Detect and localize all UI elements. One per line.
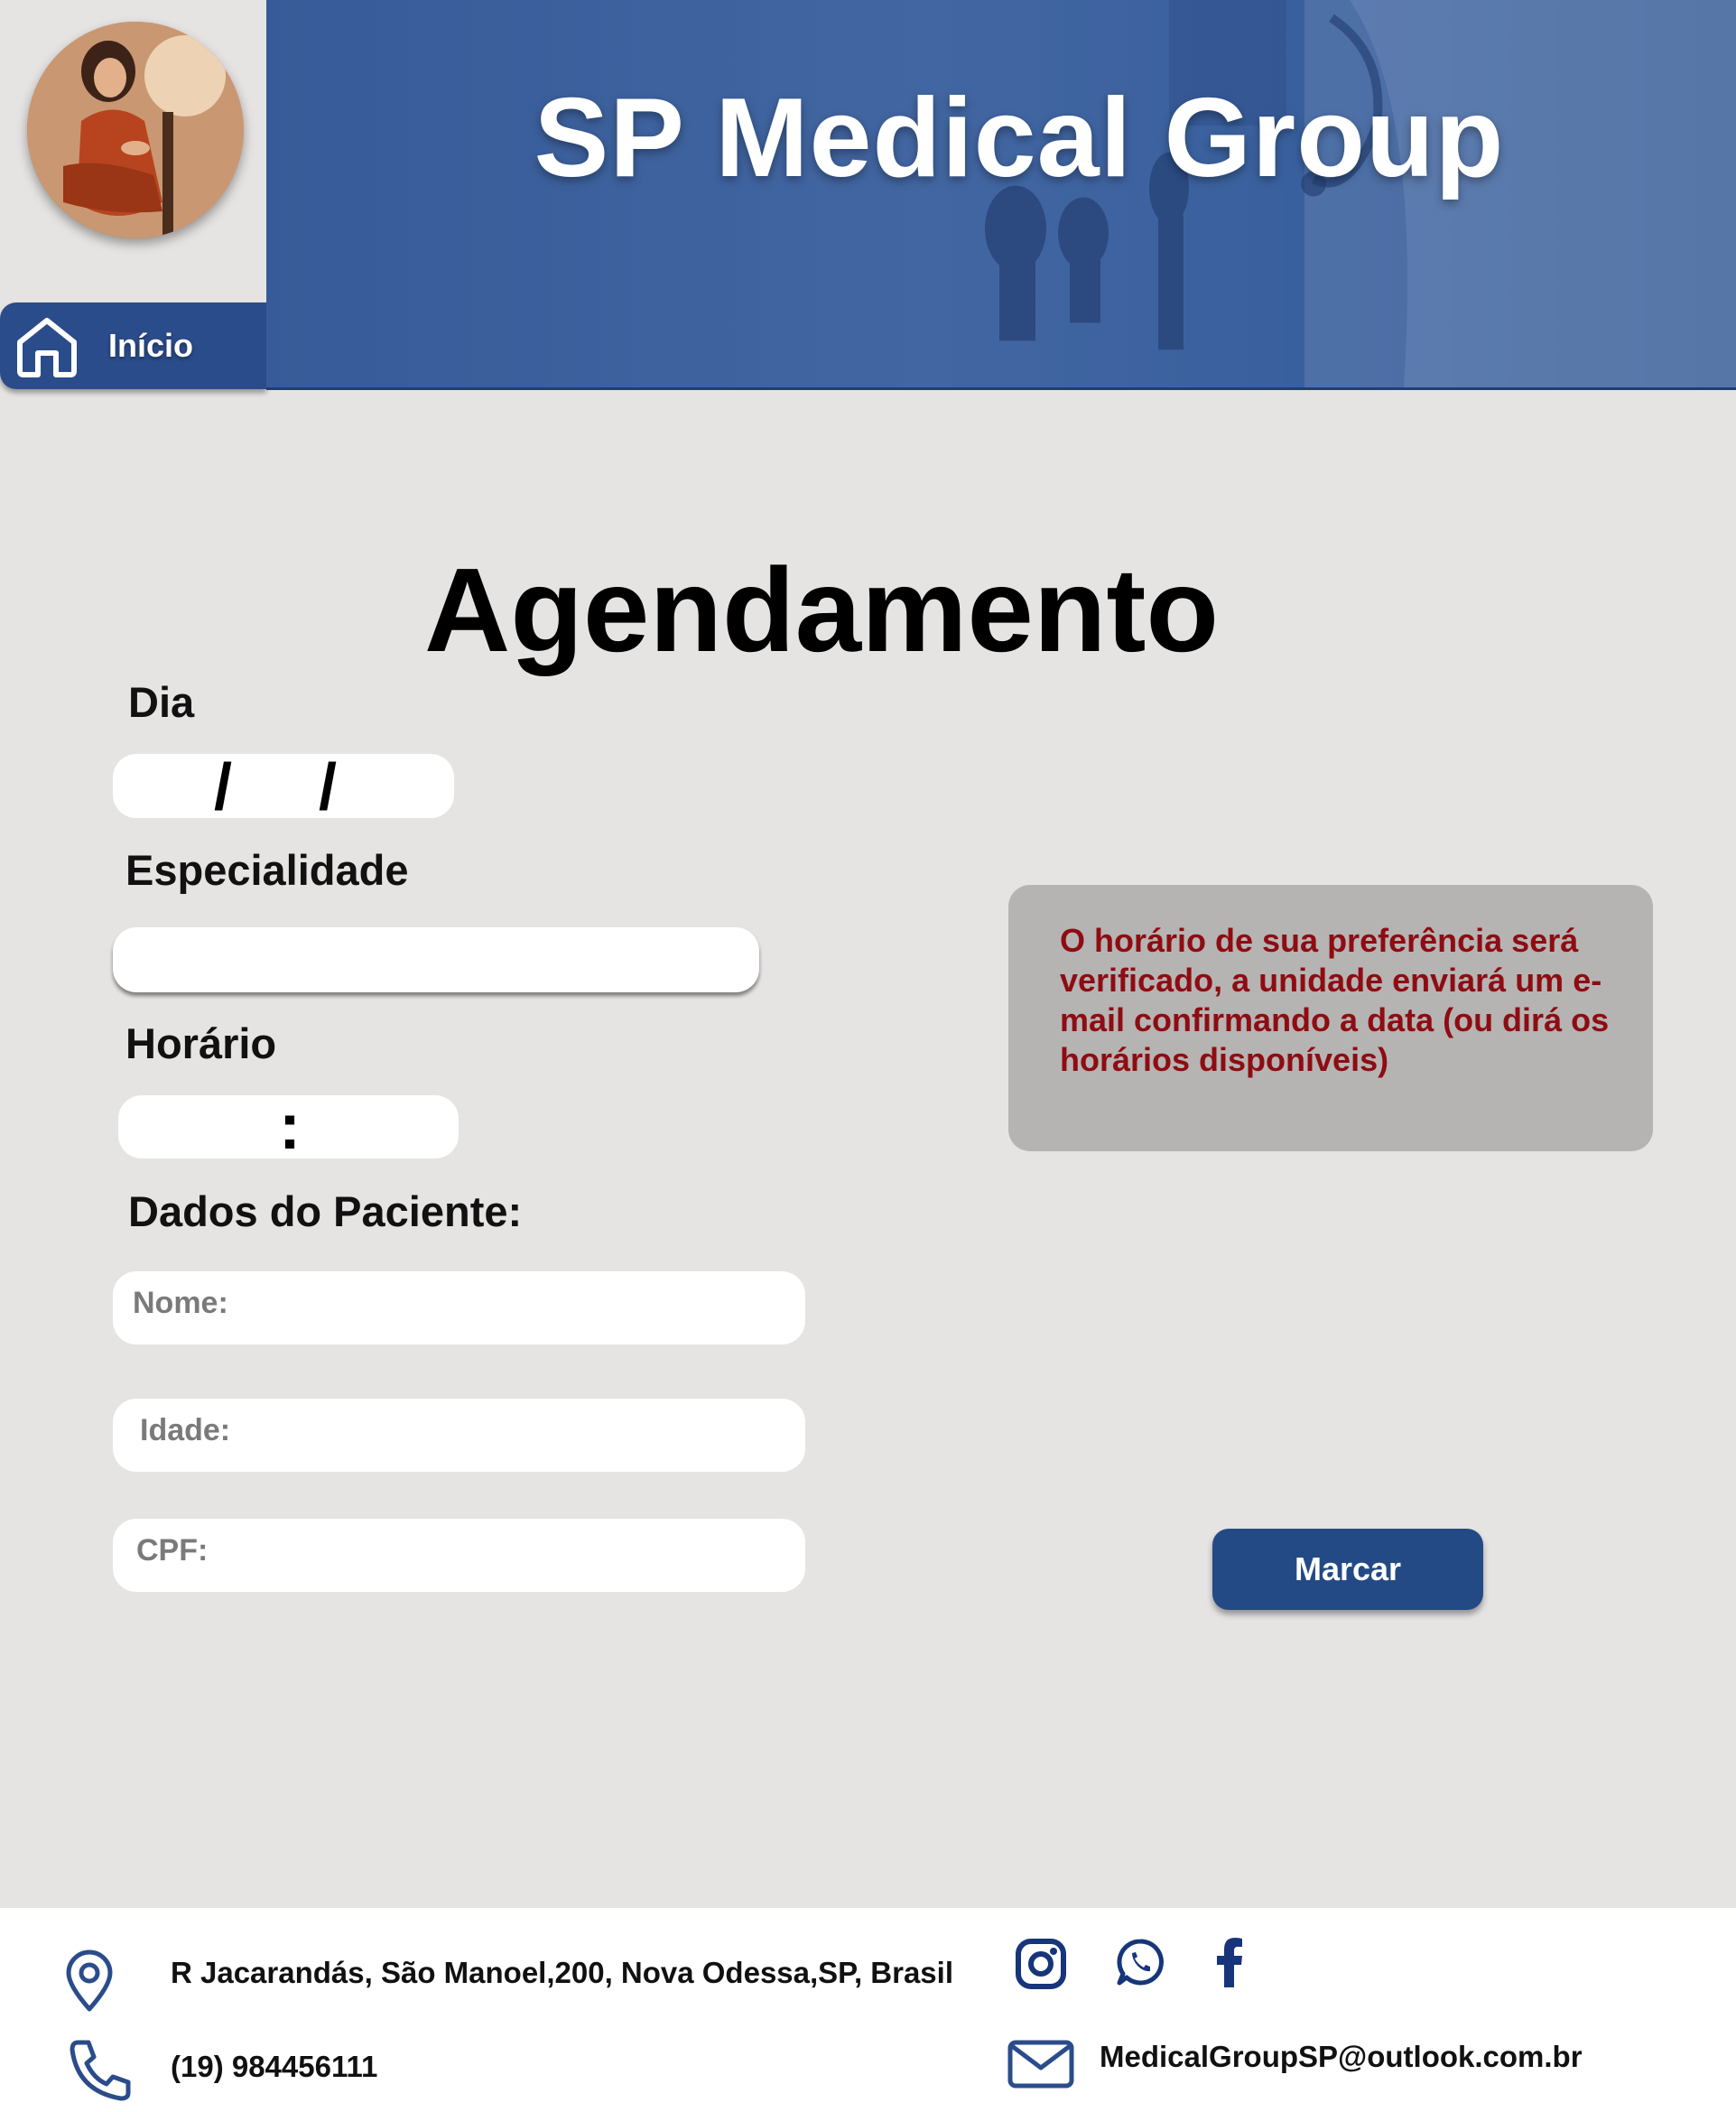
home-nav-label: Início <box>108 327 194 364</box>
phone-icon[interactable] <box>65 2037 134 2102</box>
footer-address: R Jacarandás, São Manoel,200, Nova Odess… <box>171 1956 953 1989</box>
day-label: Dia <box>128 678 195 726</box>
specialty-input[interactable] <box>113 927 759 992</box>
facebook-icon[interactable] <box>1214 1937 1245 1987</box>
footer-email[interactable]: MedicalGroupSP@outlook.com.br <box>1100 2040 1583 2074</box>
cpf-input[interactable]: CPF: <box>113 1519 805 1592</box>
brand-title: SP Medical Group <box>534 76 1505 200</box>
name-input[interactable]: Nome: <box>113 1271 805 1344</box>
age-input[interactable]: Idade: <box>113 1399 805 1472</box>
avatar[interactable] <box>27 22 244 238</box>
date-separator-2: / <box>319 751 338 823</box>
time-separator: : <box>279 1091 301 1163</box>
specialty-label: Especialidade <box>125 846 409 894</box>
date-input[interactable]: / / <box>113 751 454 823</box>
footer-phone: (19) 984456111 <box>171 2050 378 2083</box>
date-separator-1: / <box>214 751 233 823</box>
schedule-button[interactable]: Marcar <box>1212 1529 1483 1610</box>
page: Início SP Medical Group Agendamento Dia … <box>0 0 1736 2112</box>
home-icon <box>17 318 77 377</box>
patient-data-label: Dados do Paciente: <box>128 1187 523 1235</box>
footer: R Jacarandás, São Manoel,200, Nova Odess… <box>0 1908 1736 2112</box>
info-notice-text: O horário de sua preferência será verifi… <box>1060 922 1610 1078</box>
cpf-placeholder: CPF: <box>136 1533 209 1568</box>
header-banner: SP Medical Group <box>266 0 1736 390</box>
time-label: Horário <box>125 1019 277 1067</box>
instagram-icon[interactable] <box>1015 1938 1067 1990</box>
name-placeholder: Nome: <box>133 1286 228 1320</box>
home-nav-button[interactable]: Início <box>0 302 266 389</box>
page-title: Agendamento <box>424 544 1220 676</box>
whatsapp-icon[interactable] <box>1116 1938 1165 1986</box>
email-icon[interactable] <box>1007 2039 1075 2089</box>
profile-panel <box>0 0 266 302</box>
avatar-image <box>27 22 244 238</box>
location-pin-icon <box>66 1949 113 2012</box>
age-placeholder: Idade: <box>140 1413 231 1447</box>
info-notice: O horário de sua preferência será verifi… <box>1008 885 1653 1151</box>
time-input[interactable]: : <box>118 1091 459 1163</box>
